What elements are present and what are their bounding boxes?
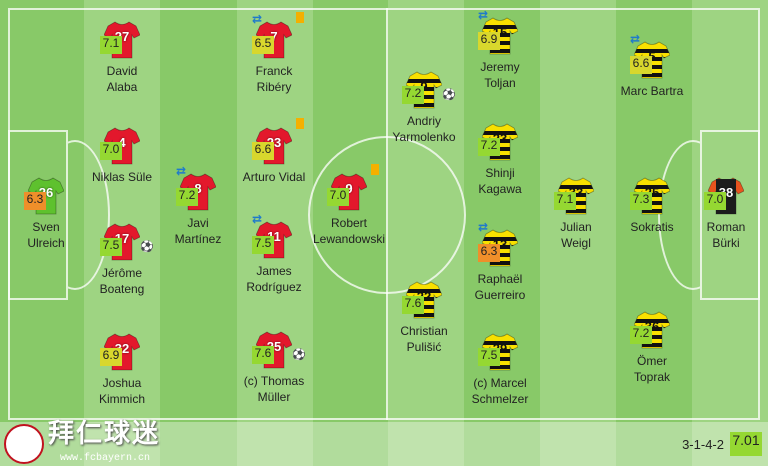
- player-rating: 6.6: [630, 56, 652, 74]
- player-rating: 7.2: [630, 326, 652, 344]
- player-rating: 7.2: [176, 188, 198, 206]
- player-rating: 7.2: [478, 138, 500, 156]
- goal-ball-icon: ⚽: [442, 89, 456, 101]
- formation-label: 3-1-4-2: [682, 437, 724, 452]
- shirt-icon: 13 6.3 ⇄: [478, 220, 518, 268]
- team-rating-badge: 7.01: [730, 432, 762, 456]
- substitution-icon: ⇄: [252, 212, 263, 226]
- player-rating: 7.0: [327, 188, 349, 206]
- player-name: Jérôme Boateng: [99, 266, 145, 296]
- player-rating: 7.5: [100, 238, 122, 256]
- player-name: (c) Marcel Schmelzer: [471, 376, 529, 406]
- yellow-card-icon: [371, 164, 379, 175]
- footer-bar: 拜仁球迷 www.fcbayern.cn 3-1-4-2 7.01: [0, 419, 768, 466]
- player-rating: 7.0: [704, 192, 726, 210]
- shirt-icon: 25 7.6 ⚽: [252, 330, 306, 370]
- shirt-icon: 76.5⇄: [252, 12, 304, 60]
- shirt-icon: 87.2⇄: [176, 164, 216, 212]
- player-burki[interactable]: 38 7.0 Roman Bürki: [681, 176, 768, 251]
- shirt-icon: 47.0: [100, 126, 140, 166]
- substitution-icon: ⇄: [630, 32, 641, 46]
- player-rating: 7.5: [478, 348, 500, 366]
- shirt-icon: 11 7.5 ⇄: [252, 212, 292, 260]
- player-kimmich[interactable]: 32 6.9 Joshua Kimmich: [77, 332, 167, 407]
- player-name: David Alaba: [106, 64, 138, 94]
- yellow-card-icon: [296, 118, 304, 129]
- substitution-icon: ⇄: [176, 164, 187, 178]
- player-name: Joshua Kimmich: [98, 376, 145, 406]
- player-rating: 7.5: [252, 236, 274, 254]
- player-name: Raphaël Guerreiro: [474, 272, 526, 302]
- player-rating: 6.6: [252, 142, 274, 160]
- substitution-icon: ⇄: [252, 12, 263, 26]
- brand-url: www.fcbayern.cn: [60, 453, 151, 464]
- player-rating: 7.6: [402, 296, 424, 314]
- player-name: Roman Bürki: [706, 220, 746, 250]
- shirt-icon: 15 6.9 ⇄: [478, 8, 518, 56]
- goal-ball-icon: ⚽: [140, 241, 154, 253]
- player-name: James Rodríguez: [246, 264, 302, 294]
- player-name: Marc Bartra: [620, 84, 684, 98]
- shirt-icon: 36 7.2: [630, 310, 670, 350]
- player-bartra[interactable]: 56.6⇄Marc Bartra: [607, 32, 697, 99]
- shirt-icon: 23 6.6: [252, 118, 304, 166]
- substitution-icon: ⇄: [478, 8, 489, 22]
- player-toljan[interactable]: 15 6.9 ⇄ Jeremy Toljan: [455, 8, 545, 91]
- player-rating: 7.1: [554, 192, 576, 210]
- player-rating: 7.1: [100, 36, 122, 54]
- yellow-card-icon: [296, 12, 304, 23]
- shirt-icon: 32 6.9: [100, 332, 140, 372]
- club-logo: [4, 424, 44, 464]
- player-lewandowski[interactable]: 97.0 Robert Lewandowski: [304, 164, 394, 247]
- player-rating: 7.0: [100, 142, 122, 160]
- player-rating: 6.3: [478, 244, 500, 262]
- shirt-icon: 23 7.2: [478, 122, 518, 162]
- goal-ball-icon: ⚽: [292, 349, 306, 361]
- shirt-icon: 56.6⇄: [630, 32, 670, 80]
- player-rating: 7.3: [630, 192, 652, 210]
- shirt-icon: 33 7.1: [554, 176, 594, 216]
- player-rating: 7.6: [252, 346, 274, 364]
- shirt-icon: 22 7.6: [402, 280, 442, 320]
- pitch: 266.3Sven Ulreich47.0Niklas Süle277.1Dav…: [0, 0, 768, 466]
- player-alaba[interactable]: 27 7.1 David Alaba: [77, 20, 167, 95]
- substitution-icon: ⇄: [478, 220, 489, 234]
- player-rating: 7.2: [402, 86, 424, 104]
- player-name: Robert Lewandowski: [312, 216, 386, 246]
- player-muller[interactable]: 25 7.6 ⚽ (c) Thomas Müller: [229, 330, 319, 405]
- brand-watermark: 拜仁球迷: [48, 419, 161, 449]
- player-toprak[interactable]: 36 7.2 Ömer Toprak: [607, 310, 697, 385]
- player-name: Ömer Toprak: [633, 354, 671, 384]
- shirt-icon: 38 7.0: [704, 176, 744, 216]
- shirt-icon: 97.2⚽: [402, 70, 456, 110]
- player-rating: 6.3: [24, 192, 46, 210]
- shirt-icon: 97.0: [327, 164, 379, 212]
- shirt-icon: 29 7.5: [478, 332, 518, 372]
- player-name: Jeremy Toljan: [480, 60, 520, 90]
- player-rating: 6.9: [100, 348, 122, 366]
- shirt-icon: 25 7.3: [630, 176, 670, 216]
- shirt-icon: 26 6.3: [24, 176, 64, 216]
- player-name: (c) Thomas Müller: [243, 374, 305, 404]
- player-schmelzer[interactable]: 29 7.5 (c) Marcel Schmelzer: [455, 332, 545, 407]
- shirt-icon: 17 7.5 ⚽: [100, 222, 154, 262]
- player-rating: 6.9: [478, 32, 500, 50]
- player-ribery[interactable]: 76.5⇄Franck Ribéry: [229, 12, 319, 95]
- player-rating: 6.5: [252, 36, 274, 54]
- shirt-icon: 27 7.1: [100, 20, 140, 60]
- player-name: Franck Ribéry: [255, 64, 293, 94]
